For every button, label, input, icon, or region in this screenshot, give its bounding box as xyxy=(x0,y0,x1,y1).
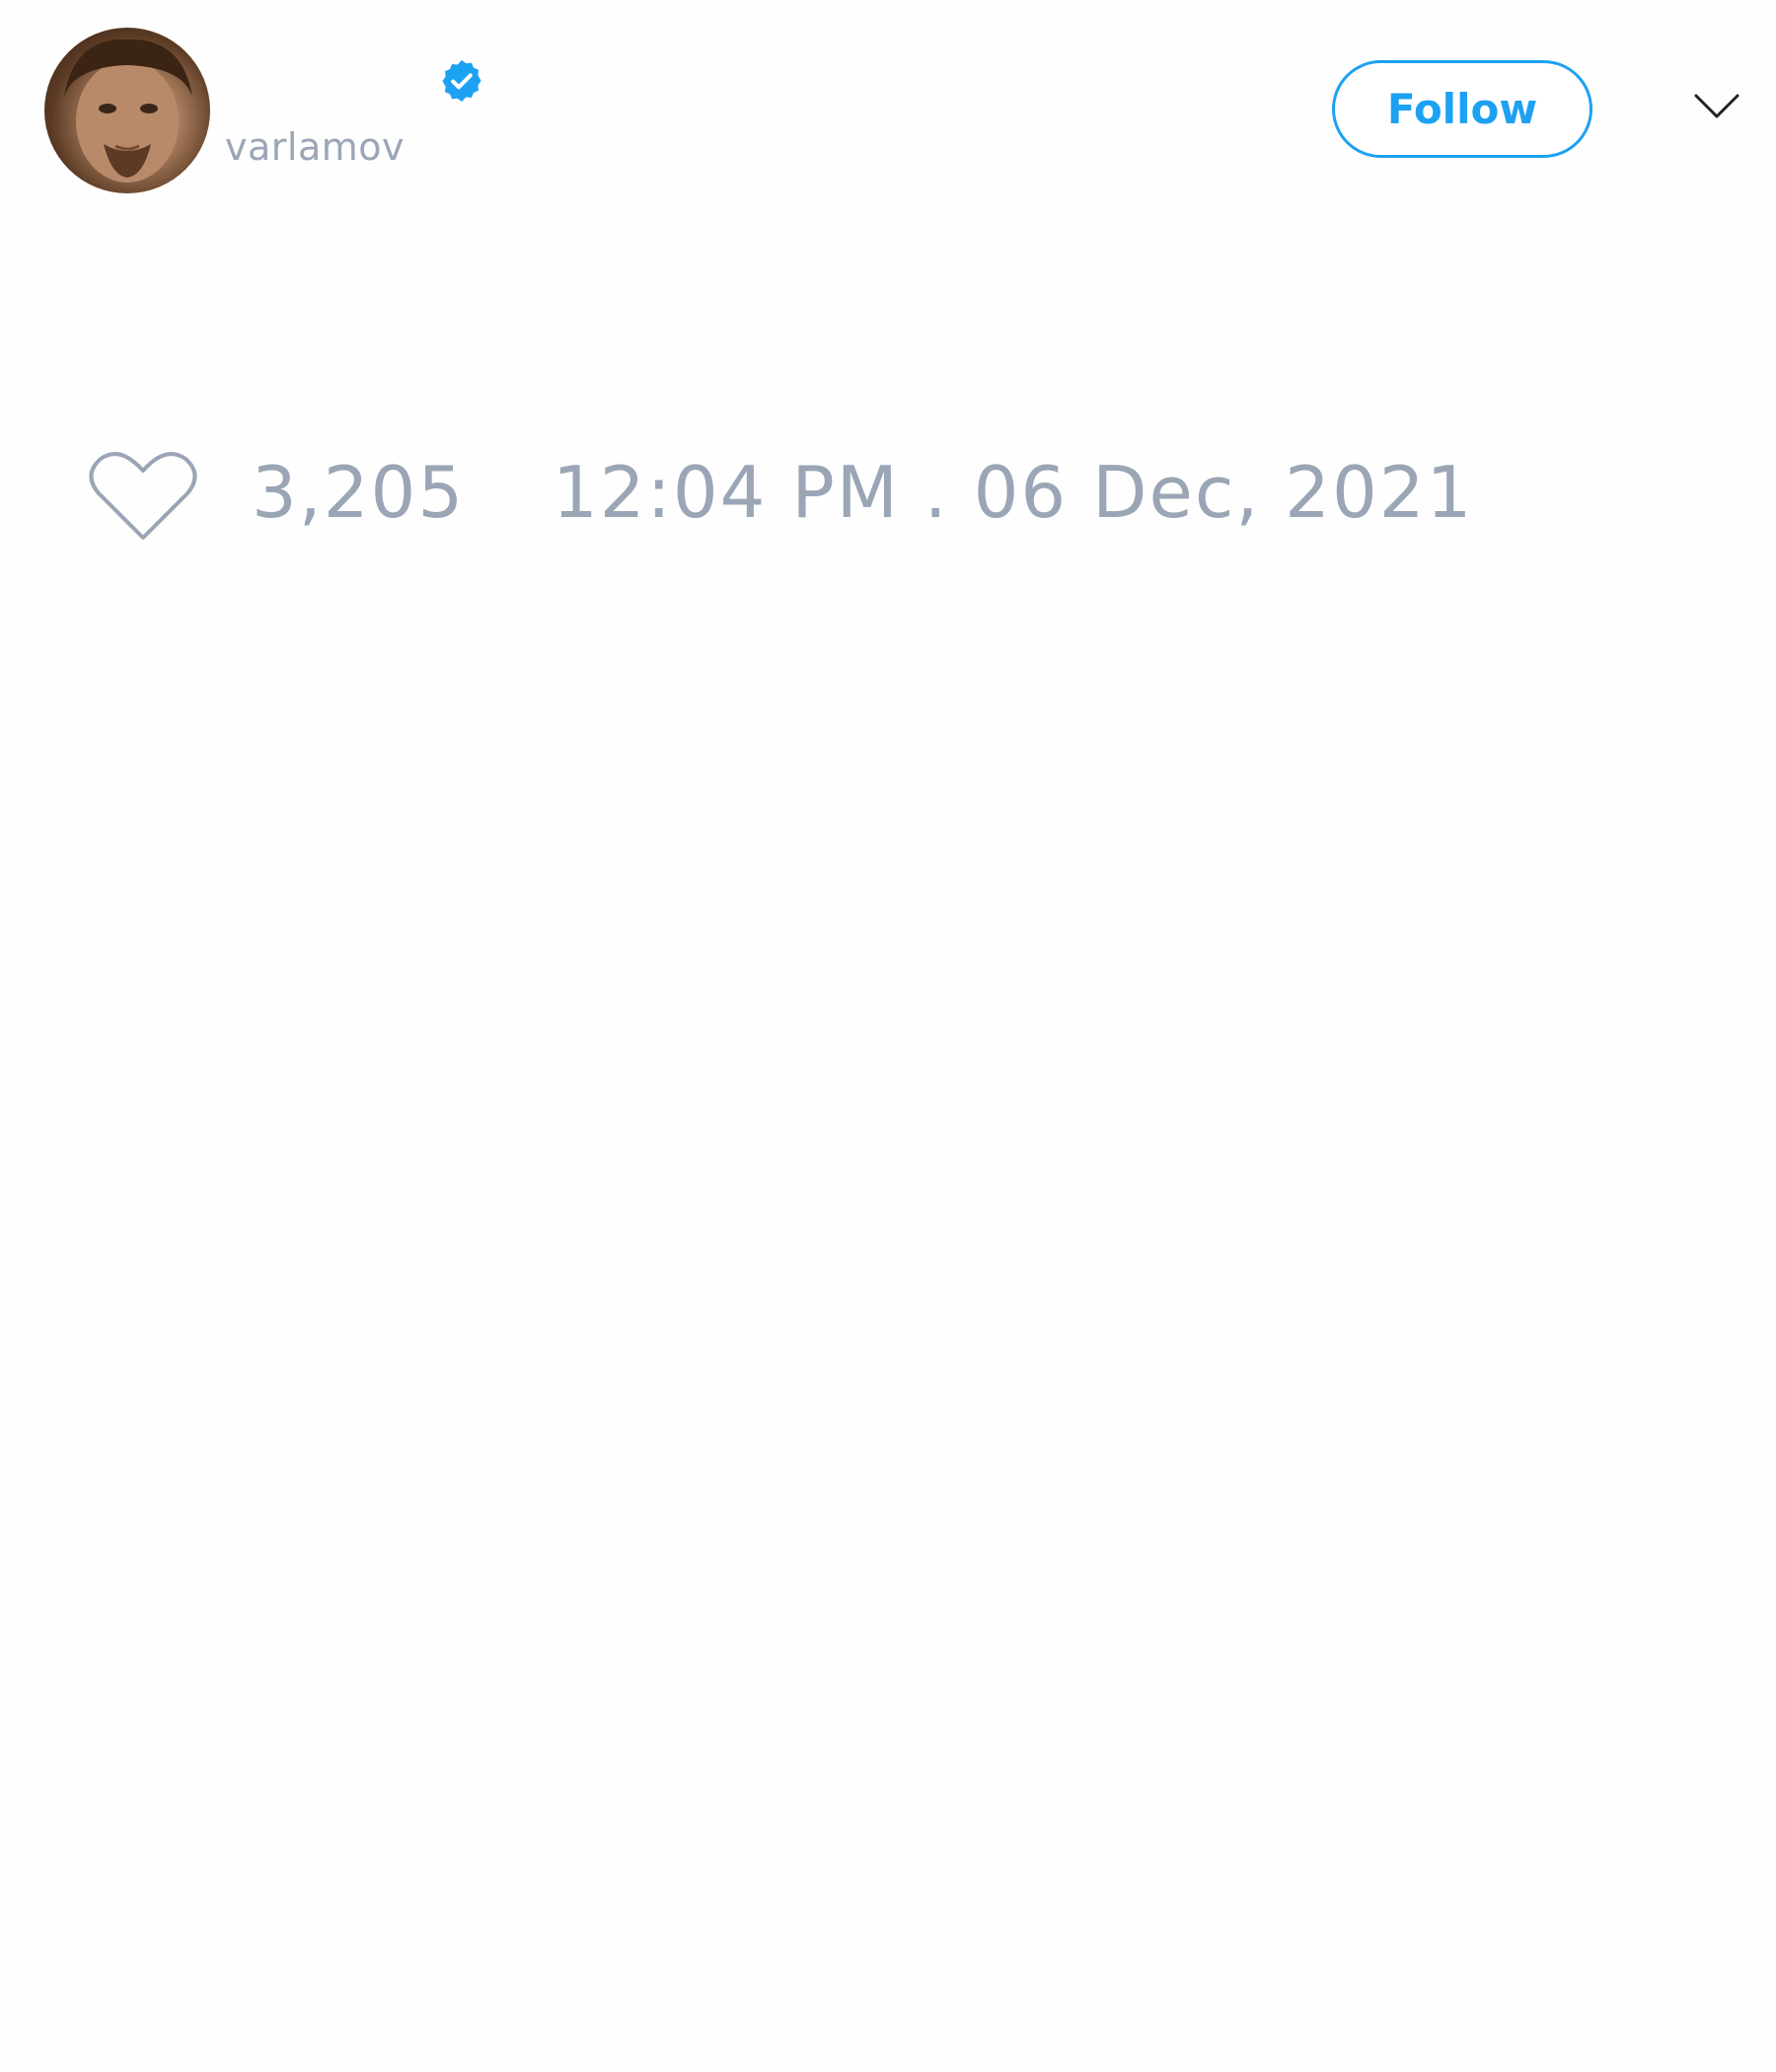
author-handle[interactable]: varlamov xyxy=(225,128,405,166)
avatar[interactable] xyxy=(44,28,210,193)
avatar-photo xyxy=(64,38,192,183)
like-count: 3,205 xyxy=(252,451,466,534)
chevron-down-icon[interactable] xyxy=(1693,91,1740,122)
tweet-timestamp[interactable]: 12:04 PM . 06 Dec, 2021 xyxy=(553,457,1473,528)
tweet-embed: varlamov Follow 3,205 12:04 PM . 06 Dec,… xyxy=(0,0,1776,2072)
heart-icon[interactable] xyxy=(89,449,197,544)
follow-button[interactable]: Follow xyxy=(1332,60,1592,158)
verified-badge-icon xyxy=(442,60,481,102)
